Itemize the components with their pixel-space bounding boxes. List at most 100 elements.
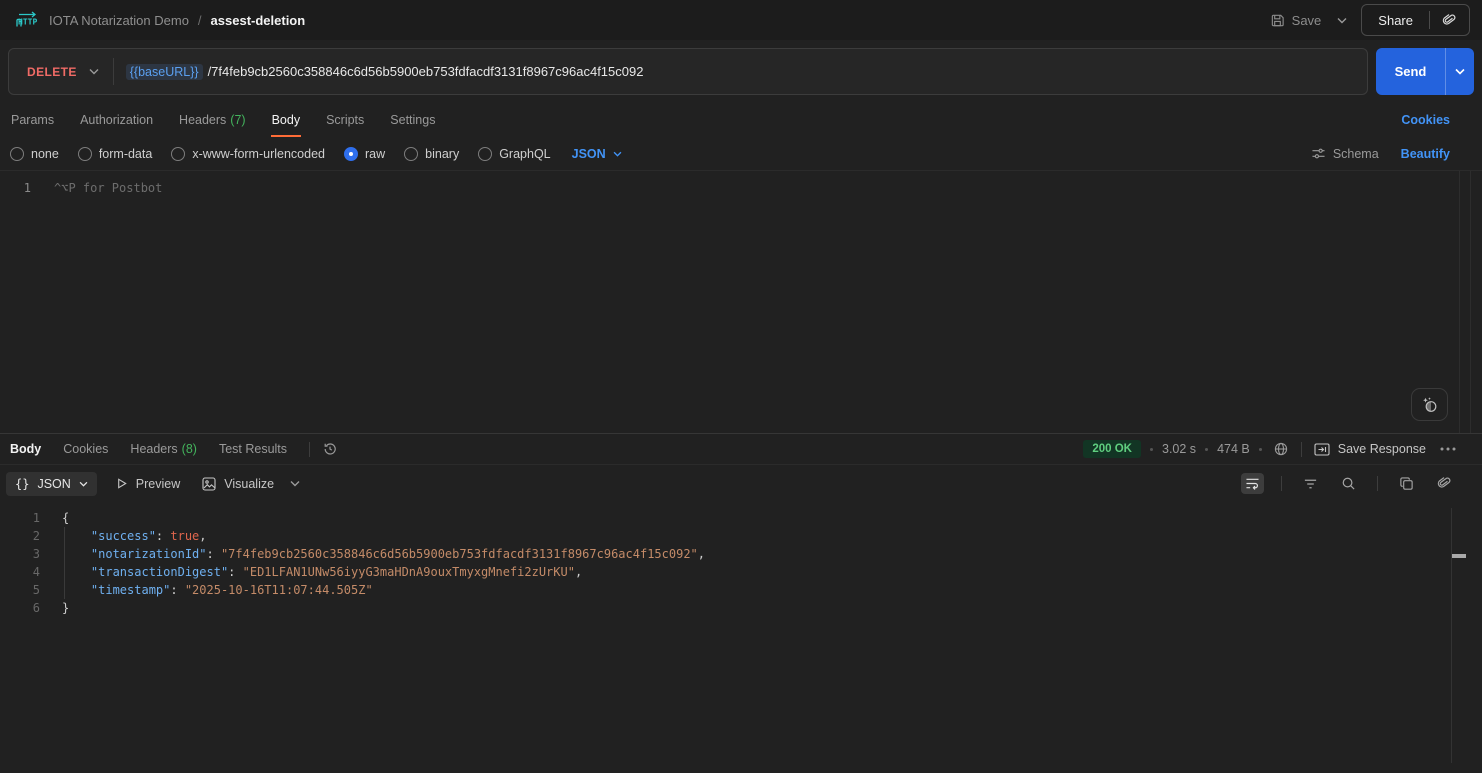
network-info-button[interactable] [1273,441,1289,457]
radio-icon [404,147,418,161]
copy-response-button[interactable] [1395,472,1418,495]
separator-dot [1150,448,1153,451]
tab-label: Body [272,113,301,127]
response-code-line: 1{ [0,509,1482,527]
app-window: HTTP IOTA Notarization Demo / assest-del… [0,0,1482,773]
response-code-line: 2 "success": true, [0,527,1482,545]
tab-label: Test Results [219,442,287,456]
radio-label: binary [425,147,459,161]
cookies-link[interactable]: Cookies [1401,113,1450,127]
filter-button[interactable] [1299,474,1322,494]
more-options-icon [1440,447,1456,451]
body-type-form-data[interactable]: form-data [78,147,153,161]
save-button[interactable]: Save [1270,13,1322,28]
beautify-button[interactable]: Beautify [1401,147,1450,161]
visualize-button[interactable]: Visualize [202,477,274,491]
http-request-icon: HTTP [14,10,40,30]
tab-label: Scripts [326,113,364,127]
postbot-button[interactable] [1411,388,1448,421]
breadcrumb-workspace[interactable]: IOTA Notarization Demo [49,13,189,28]
top-bar: HTTP IOTA Notarization Demo / assest-del… [0,0,1482,40]
tab-headers[interactable]: Headers (7) [178,103,247,137]
status-badge[interactable]: 200 OK [1083,440,1141,458]
response-body-viewer[interactable]: 1{2 "success": true,3 "notarizationId": … [0,502,1482,773]
search-button[interactable] [1337,472,1360,495]
chevron-down-icon [1337,17,1347,24]
code-text: { [62,509,69,527]
line-number: 6 [0,599,40,617]
request-url-box: DELETE {{baseURL}} /7f4feb9cb2560c358846… [8,48,1368,95]
code-text: "success": true, [62,527,207,545]
radio-label: none [31,147,59,161]
globe-icon [1273,441,1289,457]
code-text: } [62,599,69,617]
schema-button[interactable]: Schema [1311,147,1379,161]
response-format-select[interactable]: {} JSON [6,472,97,496]
tab-settings[interactable]: Settings [389,103,436,137]
response-tab-cookies[interactable]: Cookies [63,442,108,456]
copy-icon [1399,476,1414,491]
breadcrumb-request-name[interactable]: assest-deletion [211,13,306,28]
request-body-editor[interactable]: 1 ^⌥P for Postbot [0,170,1482,433]
body-type-x-www-form-urlencoded[interactable]: x-www-form-urlencoded [171,147,325,161]
tab-label: Cookies [63,442,108,456]
code-text: "notarizationId": "7f4feb9cb2560c358846c… [62,545,705,563]
tab-body[interactable]: Body [271,103,302,137]
response-code-line: 6} [0,599,1482,617]
line-number: 5 [0,581,40,599]
chevron-down-icon [290,480,300,487]
method-selector[interactable]: DELETE [9,65,113,79]
request-tabs: Params Authorization Headers (7) Body Sc… [0,103,1482,137]
copy-link-response-button[interactable] [1433,472,1456,495]
response-scrollbar-track [1451,508,1452,763]
editor-scrollbar[interactable] [1459,171,1471,433]
response-tab-body[interactable]: Body [10,442,41,456]
response-time[interactable]: 3.02 s [1162,442,1196,456]
response-scrollbar-thumb[interactable] [1452,554,1466,558]
response-size[interactable]: 474 B [1217,442,1250,456]
response-tab-headers[interactable]: Headers (8) [130,442,197,456]
radio-icon [478,147,492,161]
response-tab-test-results[interactable]: Test Results [219,442,287,456]
save-response-button[interactable]: Save Response [1314,442,1426,456]
share-button-label: Share [1378,13,1413,28]
copy-link-button[interactable] [1430,5,1469,35]
response-format-label: JSON [37,477,70,491]
divider [309,442,310,457]
send-button[interactable]: Send [1376,48,1445,95]
body-type-raw[interactable]: raw [344,147,385,161]
save-options-chevron[interactable] [1337,17,1347,24]
radio-label: x-www-form-urlencoded [192,147,325,161]
request-url-row: DELETE {{baseURL}} /7f4feb9cb2560c358846… [0,40,1482,103]
tab-scripts[interactable]: Scripts [325,103,365,137]
response-toolbar: {} JSON Preview Visualize [0,465,1482,502]
preview-button[interactable]: Preview [115,477,180,491]
response-history-button[interactable] [322,441,338,457]
base-url-variable-chip[interactable]: {{baseURL}} [126,64,203,80]
tab-headers-count: (7) [230,113,245,127]
divider [1301,442,1302,457]
postbot-icon [1421,396,1439,414]
response-more-options-button[interactable] [1440,447,1456,451]
breadcrumb-separator: / [198,13,202,28]
response-meta: 200 OK 3.02 s 474 B [1083,440,1472,458]
tab-params[interactable]: Params [10,103,55,137]
save-icon [1270,13,1285,28]
send-options-chevron[interactable] [1445,48,1474,95]
radio-label: GraphQL [499,147,550,161]
share-button-group: Share [1361,4,1470,36]
raw-language-label: JSON [572,147,606,161]
body-type-none[interactable]: none [10,147,59,161]
tab-authorization[interactable]: Authorization [79,103,154,137]
wrap-lines-button[interactable] [1241,473,1264,494]
format-options-chevron[interactable] [290,480,300,487]
response-code-line: 3 "notarizationId": "7f4feb9cb2560c35884… [0,545,1482,563]
history-icon [322,441,338,457]
save-response-icon [1314,443,1330,456]
breadcrumb: HTTP IOTA Notarization Demo / assest-del… [14,10,305,30]
url-input[interactable]: {{baseURL}} /7f4feb9cb2560c358846c6d56b5… [114,64,1367,80]
share-button[interactable]: Share [1362,5,1429,35]
body-type-graphql[interactable]: GraphQL [478,147,550,161]
body-type-binary[interactable]: binary [404,147,459,161]
raw-language-select[interactable]: JSON [572,147,622,161]
